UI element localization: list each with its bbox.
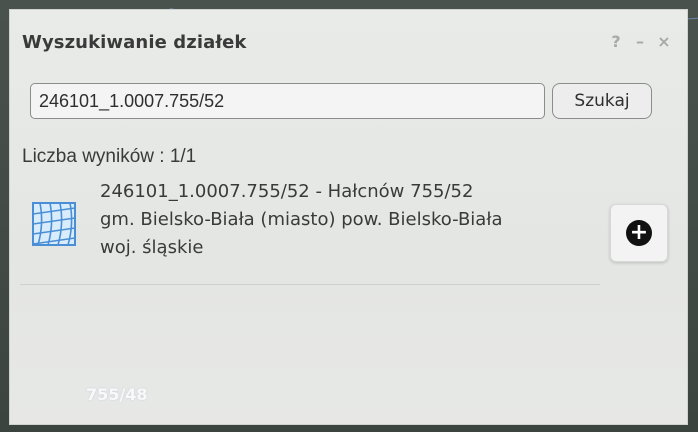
result-divider [20,284,600,285]
map-parcel-label: 755/48 [86,385,148,404]
result-description: 246101_1.0007.755/52 - Hałcnów 755/52 gm… [100,178,502,262]
result-line-municipality: gm. Bielsko-Biała (miasto) pow. Bielsko-… [100,209,503,230]
minimize-icon[interactable]: – [631,32,649,51]
help-icon[interactable]: ? [607,32,625,51]
add-result-button[interactable]: + [610,204,668,262]
parcel-search-input[interactable] [30,83,545,119]
window-controls: ? – × [607,32,673,51]
close-icon[interactable]: × [655,32,673,51]
result-line-voivodeship: woj. śląskie [100,237,204,258]
panel-title: Wyszukiwanie działek [22,32,247,53]
parcel-search-panel: Wyszukiwanie działek ? – × Szukaj Liczba… [9,9,688,425]
result-line-parcel: 246101_1.0007.755/52 - Hałcnów 755/52 [100,181,474,202]
plus-circle-icon: + [626,220,652,246]
result-count: Liczba wyników : 1/1 [22,146,197,167]
parcel-map-icon [32,202,76,246]
result-item[interactable]: 246101_1.0007.755/52 - Hałcnów 755/52 gm… [20,178,600,283]
search-button[interactable]: Szukaj [552,83,652,119]
